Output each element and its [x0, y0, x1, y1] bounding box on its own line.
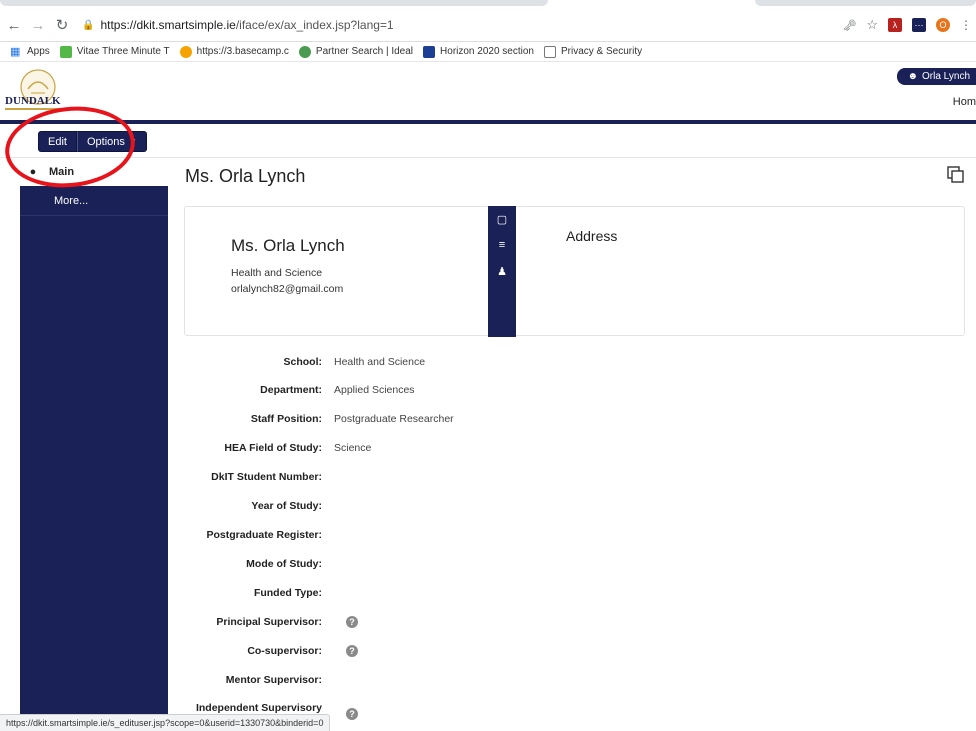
- app-header: DUNDALK ☻ Orla Lynch Hom: [0, 63, 976, 120]
- status-url-bar: https://dkit.smartsimple.ie/s_edituser.j…: [0, 714, 331, 731]
- address-heading: Address: [566, 228, 618, 244]
- bookmark-vitae[interactable]: Vitae Three Minute T: [59, 45, 170, 58]
- logo-crest-icon: DUNDALK: [5, 69, 89, 110]
- arrow-left-icon[interactable]: ←: [4, 15, 24, 35]
- field-row: Funded Type:: [184, 583, 684, 603]
- field-value: Postgraduate Researcher: [334, 413, 454, 425]
- field-value: Applied Sciences: [334, 384, 415, 396]
- page-icon: [543, 45, 556, 58]
- user-icon: ☻: [907, 71, 919, 82]
- field-label: Department:: [260, 384, 322, 396]
- bookmark-label: Horizon 2020 section: [440, 46, 534, 57]
- field-label: Independent Supervisory: [195, 702, 322, 714]
- bookmark-label: Vitae Three Minute T: [76, 46, 170, 57]
- field-label: Funded Type:: [253, 587, 322, 599]
- bookmark-apps[interactable]: ▦ Apps: [10, 46, 50, 58]
- field-label: School:: [283, 356, 323, 368]
- bookmark-label: Partner Search | Ideal: [315, 46, 414, 57]
- options-dropdown-button[interactable]: Options ▼: [76, 131, 147, 152]
- field-value: Science: [334, 442, 372, 454]
- bookmarks-bar: ▦ Apps Vitae Three Minute T https://3.ba…: [0, 42, 976, 62]
- sidebar: ● Main More...: [20, 158, 168, 731]
- key-icon[interactable]: 🗝: [842, 19, 856, 32]
- help-icon[interactable]: ?: [346, 616, 358, 628]
- field-row: Postgraduate Register:: [184, 525, 684, 545]
- bookmark-basecamp[interactable]: https://3.basecamp.c: [179, 45, 289, 58]
- profile-department: Health and Science: [231, 267, 323, 279]
- partner-search-icon: [298, 45, 311, 58]
- users-icon[interactable]: ♟: [488, 258, 516, 284]
- home-link[interactable]: Hom: [953, 96, 976, 108]
- menu-kebab-icon[interactable]: ⋮: [960, 18, 972, 32]
- bookmark-privacy[interactable]: Privacy & Security: [543, 45, 643, 58]
- address-bar[interactable]: 🔒 https://dkit.smartsimple.ie/iface/ex/a…: [82, 18, 394, 32]
- field-label: Mentor Supervisor:: [225, 674, 322, 686]
- star-icon[interactable]: ☆: [866, 17, 878, 33]
- globe-icon: ●: [29, 166, 37, 178]
- bookmark-label: https://3.basecamp.c: [196, 46, 289, 57]
- field-label: Year of Study:: [251, 500, 322, 512]
- field-label: Staff Position:: [250, 413, 322, 425]
- action-button-group: Edit Options ▼: [38, 131, 147, 152]
- field-row: School: Health and Science: [184, 352, 684, 372]
- bookmark-partner-search[interactable]: Partner Search | Ideal: [298, 45, 414, 58]
- sliders-icon[interactable]: ≡: [488, 232, 516, 258]
- field-row: Co-supervisor:?: [184, 641, 684, 661]
- eu-flag-icon: [423, 45, 436, 58]
- user-menu-button[interactable]: ☻ Orla Lynch: [897, 68, 976, 85]
- field-label: HEA Field of Study:: [224, 442, 322, 454]
- help-icon[interactable]: ?: [346, 645, 358, 657]
- profile-avatar[interactable]: O: [936, 18, 950, 32]
- field-row: Mode of Study:: [184, 554, 684, 574]
- url-path: /iface/ex/ax_index.jsp?lang=1: [235, 18, 394, 32]
- reload-icon[interactable]: ↻: [52, 15, 72, 35]
- sidebar-item-main[interactable]: ● Main: [20, 158, 168, 186]
- field-row: Year of Study:: [184, 496, 684, 516]
- field-label: DkIT Student Number:: [211, 471, 322, 483]
- field-row: HEA Field of Study: Science: [184, 438, 684, 458]
- apps-grid-icon: ▦: [10, 45, 21, 58]
- contact-card-icon[interactable]: ▢: [488, 206, 516, 232]
- vitae-icon: [59, 45, 72, 58]
- card-tab-strip: ▢ ≡ ♟: [488, 206, 516, 337]
- options-label: Options: [86, 135, 125, 148]
- extension-icon[interactable]: ⋯: [912, 18, 926, 32]
- help-icon[interactable]: ?: [346, 708, 358, 720]
- field-row: Mentor Supervisor:: [184, 670, 684, 690]
- profile-name: Ms. Orla Lynch: [231, 236, 345, 255]
- field-row: Staff Position: Postgraduate Researcher: [184, 409, 684, 429]
- svg-text:DUNDALK: DUNDALK: [5, 95, 61, 107]
- profile-card: Ms. Orla Lynch Health and Science orlaly…: [184, 206, 965, 337]
- copy-icon[interactable]: [947, 166, 964, 183]
- field-label: Principal Supervisor:: [216, 616, 322, 628]
- lock-icon: 🔒: [82, 19, 95, 31]
- browser-tab[interactable]: [0, 0, 548, 6]
- field-label: Postgraduate Register:: [206, 529, 322, 541]
- field-label: Mode of Study:: [246, 558, 322, 570]
- field-row: Department: Applied Sciences: [184, 380, 684, 400]
- field-row: Principal Supervisor:?: [184, 612, 684, 632]
- basecamp-icon: [179, 45, 192, 58]
- dundalk-logo[interactable]: DUNDALK: [4, 67, 90, 119]
- edit-button[interactable]: Edit: [38, 131, 77, 152]
- url-host: https://dkit.smartsimple.ie: [100, 18, 236, 32]
- bookmark-horizon[interactable]: Horizon 2020 section: [423, 45, 534, 58]
- page-title: Ms. Orla Lynch: [185, 166, 306, 186]
- field-row: DkIT Student Number:: [184, 467, 684, 487]
- field-value: Health and Science: [334, 356, 426, 368]
- bookmark-label: Apps: [27, 46, 50, 57]
- pdf-extension-icon[interactable]: λ: [888, 18, 902, 32]
- profile-email: orlalynch82@gmail.com: [231, 283, 344, 295]
- browser-tab[interactable]: [755, 0, 976, 6]
- sidebar-item-label: Main: [49, 166, 75, 178]
- bookmark-label: Privacy & Security: [560, 46, 643, 57]
- browser-toolbar: ← → ↻ 🔒 https://dkit.smartsimple.ie/ifac…: [0, 0, 976, 42]
- user-name: Orla Lynch: [922, 71, 970, 82]
- sidebar-item-more[interactable]: More...: [20, 186, 168, 216]
- action-toolbar: Edit Options ▼: [0, 124, 976, 158]
- caret-down-icon: ▼: [128, 137, 137, 146]
- tab-strip: [0, 0, 976, 8]
- field-label: Co-supervisor:: [247, 645, 322, 657]
- arrow-right-icon[interactable]: →: [28, 15, 48, 35]
